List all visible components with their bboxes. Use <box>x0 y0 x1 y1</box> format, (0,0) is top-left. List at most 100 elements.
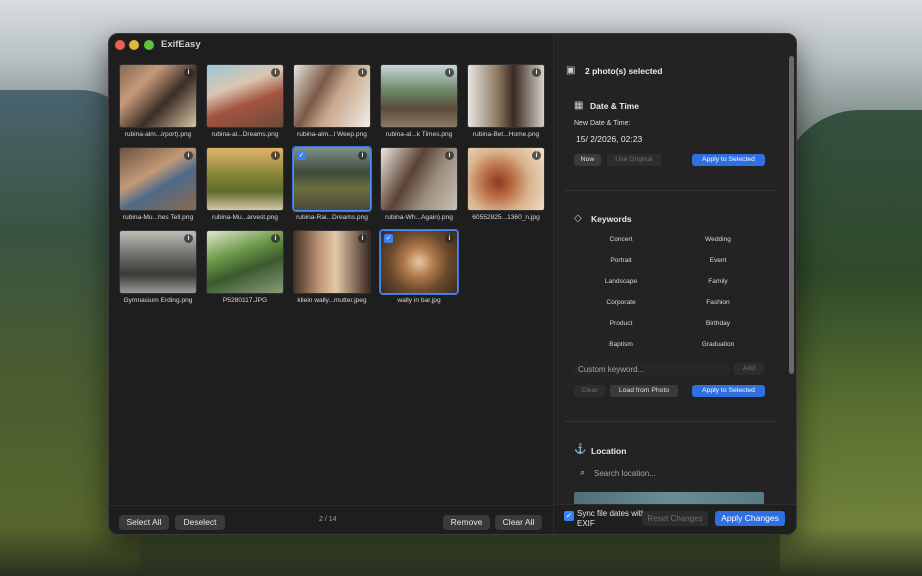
photo-name: Gymnasium Erding.png <box>123 297 193 304</box>
photo-item[interactable]: i rubina-Wh...Again).png <box>380 147 458 221</box>
photo-thumbnail[interactable]: i <box>206 147 284 211</box>
photo-thumbnail[interactable]: i <box>119 147 197 211</box>
photo-thumbnail[interactable]: ✓ i <box>380 230 458 294</box>
photo-name: 60552825...1360_n.jpg <box>472 214 540 221</box>
photo-item[interactable]: i rubina-al...Dreams.png <box>206 64 284 138</box>
photo-name: rubina-Mu...hes Tell.png <box>122 214 194 221</box>
photo-thumbnail[interactable]: i <box>119 230 197 294</box>
photo-thumbnail[interactable]: i <box>206 230 284 294</box>
calendar-icon: ▦ <box>574 100 584 111</box>
sync-dates-label: Sync file dates with EXIF <box>577 509 646 528</box>
photo-item[interactable]: ✓ i rubina-Rai...Dreams.png <box>293 147 371 221</box>
load-from-photo-button[interactable]: Load from Photo <box>610 385 678 397</box>
photo-item[interactable]: i rubina-Mu...hes Tell.png <box>119 147 197 221</box>
photo-grid: i rubina-alm...irport).png i rubina-al..… <box>119 64 549 304</box>
photo-item[interactable]: i rubina-Mu...arvest.png <box>206 147 284 221</box>
keyword-chip-birthday[interactable]: Birthday <box>678 320 758 327</box>
photo-name: kliein wally...mutter.jpeg <box>297 297 367 304</box>
select-all-button[interactable]: Select All <box>119 515 169 530</box>
keyword-chip-concert[interactable]: Concert <box>581 236 661 243</box>
info-icon[interactable]: i <box>445 68 454 77</box>
photo-name: rubina-Mu...arvest.png <box>212 214 278 221</box>
apply-keywords-button[interactable]: Apply to Selected <box>692 385 765 397</box>
new-date-label: New Date & Time: <box>574 120 631 127</box>
photo-thumbnail[interactable]: i <box>293 230 371 294</box>
clear-all-button[interactable]: Clear All <box>495 515 542 530</box>
deselect-button[interactable]: Deselect <box>175 515 225 530</box>
panel-scrollbar[interactable] <box>789 56 794 374</box>
search-icon: ⌕ <box>580 467 586 477</box>
photo-item[interactable]: i Gymnasium Erding.png <box>119 230 197 304</box>
checkmark-icon[interactable]: ✓ <box>297 151 306 160</box>
now-button[interactable]: Now <box>574 154 601 166</box>
photo-name: rubina-alm...irport).png <box>124 131 192 138</box>
info-icon[interactable]: i <box>532 151 541 160</box>
close-window-button[interactable] <box>115 40 125 50</box>
remove-button[interactable]: Remove <box>443 515 490 530</box>
photo-thumbnail[interactable]: i <box>206 64 284 128</box>
info-icon[interactable]: i <box>271 68 280 77</box>
add-keyword-button[interactable]: Add <box>734 363 764 375</box>
photo-thumbnail[interactable]: i <box>380 147 458 211</box>
location-map[interactable] <box>574 492 764 504</box>
date-time-field[interactable]: 15/ 2/2026, 02:23 <box>576 134 642 144</box>
custom-keyword-input[interactable] <box>578 363 728 375</box>
info-icon[interactable]: i <box>358 68 367 77</box>
photo-item[interactable]: i rubina-al...k Times.png <box>380 64 458 138</box>
keyword-chip-wedding[interactable]: Wedding <box>678 236 758 243</box>
date-time-title: Date & Time <box>590 101 639 111</box>
photo-name: rubina-Wh...Again).png <box>385 214 453 221</box>
zoom-window-button[interactable] <box>144 40 154 50</box>
minimize-window-button[interactable] <box>129 40 139 50</box>
photo-thumbnail[interactable]: ✓ i <box>293 147 371 211</box>
keyword-chip-product[interactable]: Product <box>581 320 661 327</box>
info-icon[interactable]: i <box>358 234 367 243</box>
info-icon[interactable]: i <box>271 151 280 160</box>
reset-changes-button[interactable]: Reset Changes <box>642 511 708 526</box>
bottom-toolbar: Select All Deselect 2 / 14 Remove Clear … <box>109 505 553 534</box>
keyword-chip-fashion[interactable]: Fashion <box>678 299 758 306</box>
photo-item[interactable]: ✓ i wally in bar.jpg <box>380 230 458 304</box>
keyword-chip-corporate[interactable]: Corporate <box>581 299 661 306</box>
photo-name: wally in bar.jpg <box>397 297 441 304</box>
photo-item[interactable]: i rubina-Bet...Home.png <box>467 64 545 138</box>
keyword-chip-portrait[interactable]: Portrait <box>581 257 661 264</box>
inspector-footer: ✓ Sync file dates with EXIF Reset Change… <box>554 504 796 534</box>
info-icon[interactable]: i <box>532 68 541 77</box>
info-icon[interactable]: i <box>184 234 193 243</box>
photo-item[interactable]: i 60552825...1360_n.jpg <box>467 147 545 221</box>
keyword-chip-baptism[interactable]: Baptism <box>581 341 661 348</box>
custom-keyword-box <box>574 362 730 376</box>
clear-keywords-button[interactable]: Clear <box>574 385 605 397</box>
info-icon[interactable]: i <box>445 234 454 243</box>
sync-dates-checkbox[interactable]: ✓ <box>564 511 574 521</box>
location-search-input[interactable] <box>594 467 744 479</box>
keyword-chip-event[interactable]: Event <box>678 257 758 264</box>
photo-item[interactable]: i rubina-alm...irport).png <box>119 64 197 138</box>
photo-name: rubina-Rai...Dreams.png <box>296 214 368 221</box>
photo-thumbnail[interactable]: i <box>293 64 371 128</box>
keyword-chip-family[interactable]: Family <box>678 278 758 285</box>
photo-item[interactable]: i P5280117.JPG <box>206 230 284 304</box>
apply-date-button[interactable]: Apply to Selected <box>692 154 765 166</box>
photo-thumbnail[interactable]: i <box>380 64 458 128</box>
info-icon[interactable]: i <box>271 234 280 243</box>
info-icon[interactable]: i <box>184 151 193 160</box>
info-icon[interactable]: i <box>445 151 454 160</box>
keyword-chip-graduation[interactable]: Graduation <box>678 341 758 348</box>
photo-thumbnail[interactable]: i <box>467 147 545 211</box>
apply-changes-button[interactable]: Apply Changes <box>715 511 785 526</box>
info-icon[interactable]: i <box>358 151 367 160</box>
use-original-button[interactable]: Use Original <box>607 154 661 166</box>
photo-item[interactable]: i rubina-alm...l Weep.png <box>293 64 371 138</box>
selection-counter: 2 / 14 <box>319 516 337 523</box>
wallpaper-hill-right <box>780 110 922 576</box>
checkmark-icon[interactable]: ✓ <box>384 234 393 243</box>
selection-header: 2 photo(s) selected <box>585 66 663 76</box>
photo-thumbnail[interactable]: i <box>119 64 197 128</box>
keyword-chip-landscape[interactable]: Landscape <box>581 278 661 285</box>
photo-thumbnail[interactable]: i <box>467 64 545 128</box>
photo-item[interactable]: i kliein wally...mutter.jpeg <box>293 230 371 304</box>
tag-icon: ◇ <box>574 213 582 224</box>
info-icon[interactable]: i <box>184 68 193 77</box>
